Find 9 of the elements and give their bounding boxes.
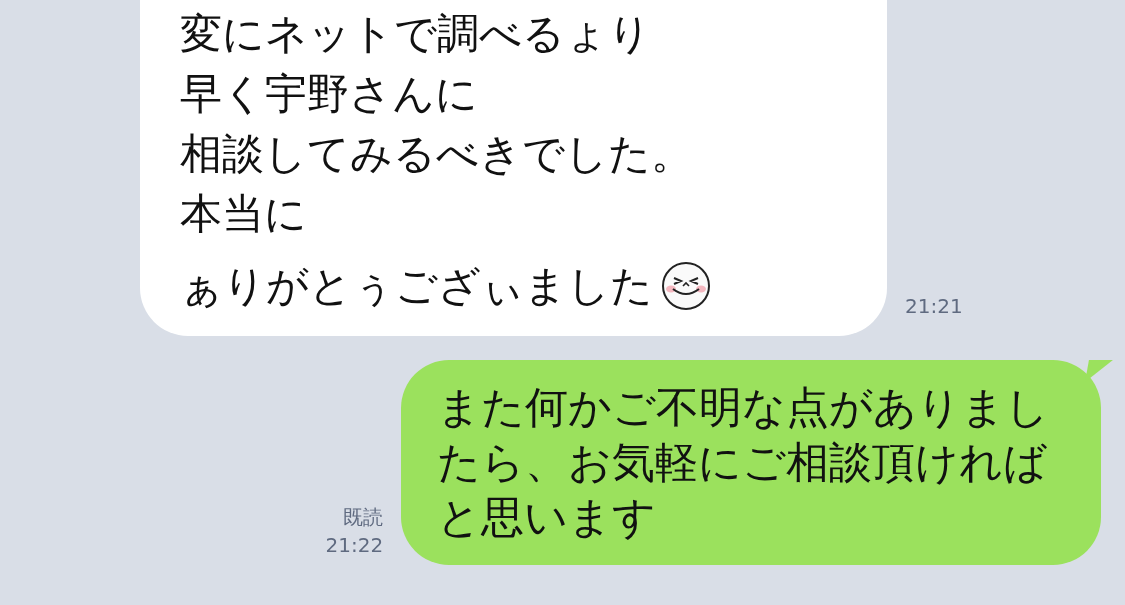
read-receipt: 既読 — [343, 504, 384, 531]
message-text: 本当に — [180, 188, 307, 240]
message-text: 相談してみるべきでした。 — [180, 128, 693, 180]
message-time: 21:22 — [325, 532, 384, 559]
message-text: 早く宇野さんに — [180, 68, 478, 120]
message-text: ぁりがとぅござぃました — [180, 260, 653, 312]
message-text: また何かご不明な点がありましたら、お気軽にご相談頂ければと思います — [437, 381, 1051, 544]
message-text: 変にネットで調べるょり — [180, 8, 651, 60]
message-time: 21:21 — [905, 293, 963, 320]
